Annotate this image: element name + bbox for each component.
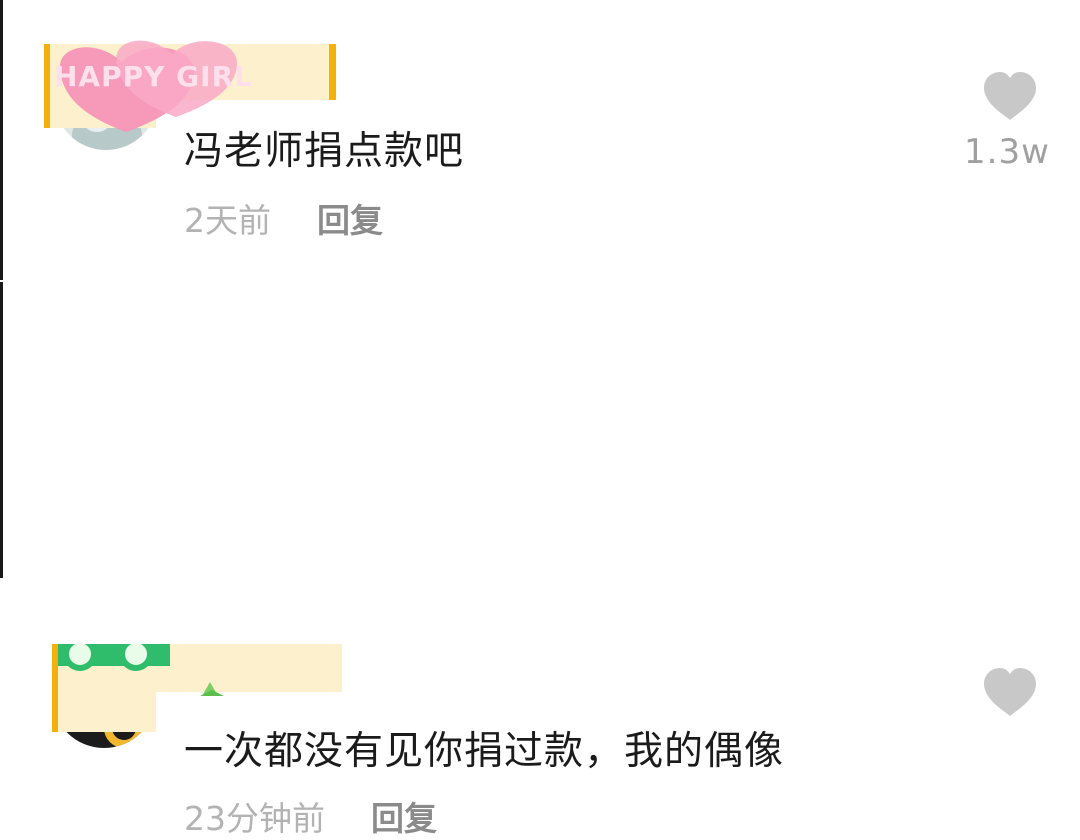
heart-icon[interactable] <box>982 668 1038 718</box>
comment-text: 一次都没有见你捐过款，我的偶像 <box>184 729 785 774</box>
comment-time: 2天前 <box>184 201 271 240</box>
comment-text: 冯老师捐点款吧 <box>184 129 465 174</box>
reply-button[interactable]: 回复 <box>371 799 437 838</box>
username-mask <box>52 692 156 732</box>
comment-item: HAPPY GIRL 冯老师捐点款吧 2天前 回复 1.3w <box>0 0 1080 290</box>
reply-button[interactable]: 回复 <box>317 201 383 240</box>
mask-edge <box>329 44 336 100</box>
comment-item: 一次都没有见你捐过款，我的偶像 23分钟前 回复 <box>0 300 1080 838</box>
glasses-sticker <box>52 644 224 696</box>
mask-edge <box>52 692 58 732</box>
heart-icon[interactable] <box>982 72 1038 122</box>
comment-time: 23分钟前 <box>184 799 325 838</box>
like-count: 1.3w <box>964 132 1050 172</box>
comment-meta: 2天前 回复 <box>184 194 383 242</box>
heart-sticker: HAPPY GIRL <box>54 40 252 132</box>
sticker-text-happy: HAPPY GIRL <box>54 60 253 93</box>
comment-meta: 23分钟前 回复 <box>184 792 437 840</box>
